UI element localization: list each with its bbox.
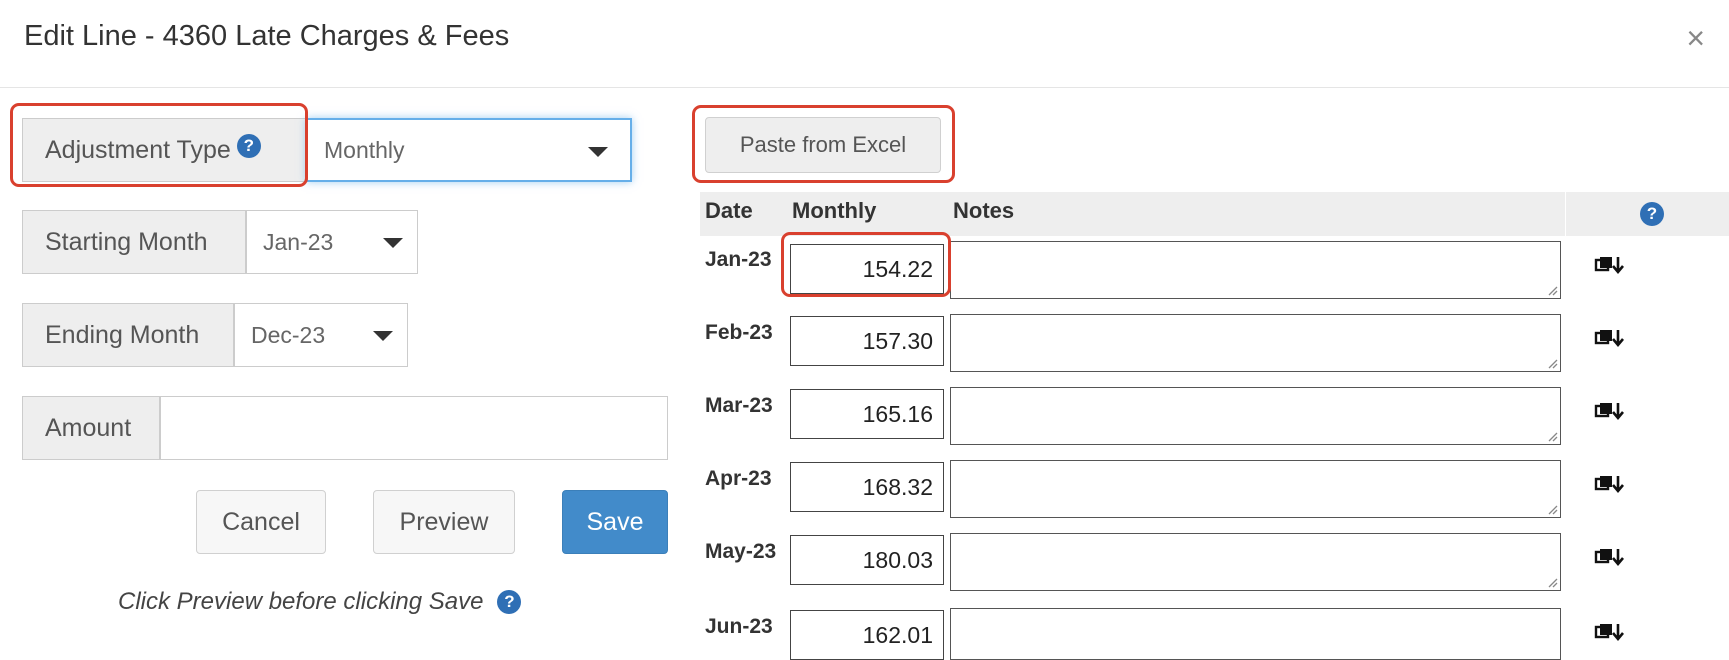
copy-down-icon[interactable]: [1590, 547, 1630, 571]
paste-from-excel-button[interactable]: Paste from Excel: [705, 117, 941, 173]
monthly-amount-input[interactable]: 165.16: [790, 389, 944, 439]
adjustment-type-label: Adjustment Type ?: [22, 118, 306, 182]
amount-input[interactable]: [160, 396, 668, 460]
monthly-amount-input[interactable]: 162.01: [790, 610, 944, 660]
resize-grip-icon[interactable]: [1546, 430, 1558, 442]
notes-textarea[interactable]: [950, 460, 1561, 518]
row-date: Apr-23: [705, 467, 772, 490]
row-date: Jun-23: [705, 615, 773, 638]
notes-textarea[interactable]: [950, 241, 1561, 299]
column-header-monthly: Monthly: [792, 198, 877, 223]
monthly-amount-input[interactable]: 168.32: [790, 462, 944, 512]
starting-month-label: Starting Month: [22, 210, 246, 274]
monthly-amount-input[interactable]: 157.30: [790, 316, 944, 366]
preview-button[interactable]: Preview: [373, 490, 515, 554]
copy-down-icon[interactable]: [1590, 474, 1630, 498]
starting-month-label-text: Starting Month: [45, 227, 208, 256]
copy-down-icon[interactable]: [1590, 401, 1630, 425]
adjustment-type-value: Monthly: [324, 136, 405, 163]
row-date: May-23: [705, 540, 777, 563]
adjustment-type-select[interactable]: Monthly: [306, 118, 632, 182]
notes-textarea[interactable]: [950, 608, 1561, 660]
adjustment-type-label-text: Adjustment Type: [45, 135, 231, 164]
dialog-header: Edit Line - 4360 Late Charges & Fees ×: [0, 0, 1729, 88]
monthly-amount-input[interactable]: 180.03: [790, 535, 944, 585]
column-divider: [1565, 192, 1566, 236]
copy-down-icon[interactable]: [1590, 622, 1630, 646]
row-date: Mar-23: [705, 394, 773, 417]
amount-label: Amount: [22, 396, 160, 460]
chevron-down-icon: [383, 238, 403, 248]
column-header-date: Date: [705, 198, 753, 223]
resize-grip-icon[interactable]: [1546, 357, 1558, 369]
resize-grip-icon[interactable]: [1546, 503, 1558, 515]
ending-month-value: Dec-23: [251, 321, 326, 348]
ending-month-label: Ending Month: [22, 303, 234, 367]
help-icon[interactable]: ?: [1640, 202, 1664, 226]
row-date: Jan-23: [705, 248, 772, 271]
preview-hint: Click Preview before clicking Save ?: [118, 588, 522, 616]
close-icon[interactable]: ×: [1686, 22, 1705, 54]
starting-month-select[interactable]: Jan-23: [246, 210, 418, 274]
help-icon[interactable]: ?: [497, 590, 522, 614]
dialog-title: Edit Line - 4360 Late Charges & Fees: [24, 20, 510, 52]
notes-textarea[interactable]: [950, 314, 1561, 372]
starting-month-value: Jan-23: [263, 228, 334, 255]
notes-textarea[interactable]: [950, 533, 1561, 591]
ending-month-select[interactable]: Dec-23: [234, 303, 408, 367]
row-date: Feb-23: [705, 321, 773, 344]
notes-textarea[interactable]: [950, 387, 1561, 445]
resize-grip-icon[interactable]: [1546, 576, 1558, 588]
ending-month-label-text: Ending Month: [45, 320, 200, 349]
copy-down-icon[interactable]: [1590, 328, 1630, 352]
monthly-amount-input[interactable]: 154.22: [790, 244, 944, 294]
chevron-down-icon: [373, 331, 393, 341]
save-button[interactable]: Save: [562, 490, 668, 554]
chevron-down-icon: [588, 147, 608, 157]
resize-grip-icon[interactable]: [1546, 284, 1558, 296]
help-icon[interactable]: ?: [236, 134, 261, 158]
preview-hint-text: Click Preview before clicking Save: [118, 588, 484, 615]
cancel-button[interactable]: Cancel: [196, 490, 326, 554]
copy-down-icon[interactable]: [1590, 255, 1630, 279]
amount-label-text: Amount: [45, 413, 132, 442]
column-header-notes: Notes: [953, 198, 1015, 223]
